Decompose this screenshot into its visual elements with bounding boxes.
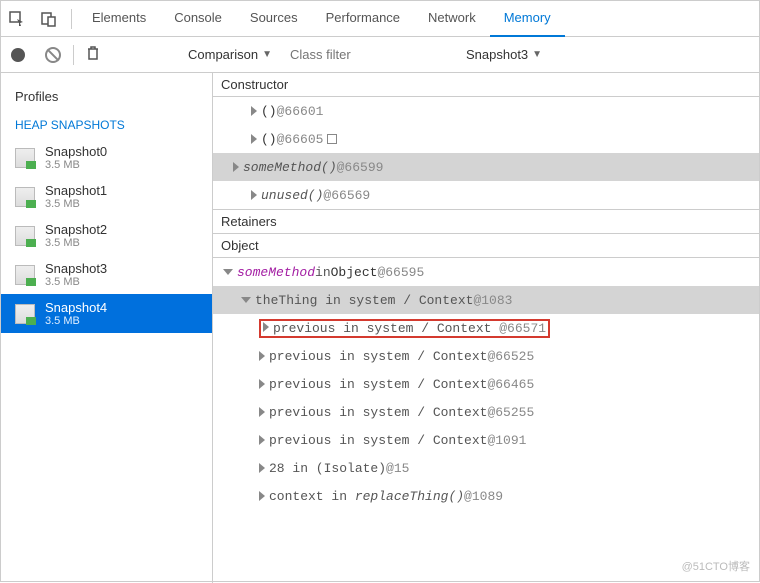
view-dropdown[interactable]: Comparison▼ <box>182 47 278 62</box>
snapshot-item[interactable]: Snapshot23.5 MB <box>1 216 212 255</box>
tree-row[interactable]: someMethod() @66599 <box>213 153 759 181</box>
tree-row[interactable]: unused() @66569 <box>213 181 759 209</box>
trash-icon[interactable] <box>86 45 100 64</box>
constructor-header: Constructor <box>213 73 759 97</box>
tree-row[interactable]: theThing in system / Context @1083 <box>213 286 759 314</box>
separator <box>73 45 74 65</box>
separator <box>71 9 72 29</box>
tab-sources[interactable]: Sources <box>236 1 312 37</box>
expand-arrow-icon[interactable] <box>259 351 265 361</box>
expand-arrow-icon[interactable] <box>233 162 239 172</box>
tree-row[interactable]: context in replaceThing() @1089 <box>213 482 759 510</box>
snapshot-name: Snapshot4 <box>45 300 107 315</box>
snapshot-size: 3.5 MB <box>45 237 107 249</box>
retainers-tree[interactable]: someMethod in Object @66595theThing in s… <box>213 258 759 510</box>
expand-arrow-icon[interactable] <box>259 435 265 445</box>
tree-row[interactable]: previous in system / Context @66525 <box>213 342 759 370</box>
clear-icon[interactable] <box>45 47 61 63</box>
tab-elements[interactable]: Elements <box>78 1 160 37</box>
snapshot-size: 3.5 MB <box>45 159 107 171</box>
tree-row[interactable]: previous in system / Context @1091 <box>213 426 759 454</box>
expand-arrow-icon[interactable] <box>241 297 251 303</box>
class-filter-input[interactable] <box>284 43 454 66</box>
snapshot-size: 3.5 MB <box>45 315 107 327</box>
main-area: Profiles HEAP SNAPSHOTS Snapshot03.5 MBS… <box>1 73 759 583</box>
snapshot-item[interactable]: Snapshot13.5 MB <box>1 177 212 216</box>
profiles-sidebar: Profiles HEAP SNAPSHOTS Snapshot03.5 MBS… <box>1 73 213 583</box>
sidebar-title: Profiles <box>1 83 212 110</box>
tree-row[interactable]: someMethod in Object @66595 <box>213 258 759 286</box>
snapshot-item[interactable]: Snapshot33.5 MB <box>1 255 212 294</box>
devtools-topbar: ElementsConsoleSourcesPerformanceNetwork… <box>1 1 759 37</box>
expand-arrow-icon[interactable] <box>259 379 265 389</box>
constructor-tree[interactable]: () @66601() @66605someMethod() @66599unu… <box>213 97 759 209</box>
tree-row[interactable]: previous in system / Context @66571 <box>213 314 759 342</box>
tab-memory[interactable]: Memory <box>490 1 565 37</box>
tab-network[interactable]: Network <box>414 1 490 37</box>
snapshot-item[interactable]: Snapshot03.5 MB <box>1 138 212 177</box>
record-icon[interactable] <box>11 48 25 62</box>
tab-performance[interactable]: Performance <box>312 1 414 37</box>
snapshot-size: 3.5 MB <box>45 198 107 210</box>
sidebar-section: HEAP SNAPSHOTS <box>1 110 212 138</box>
devtools-tabs: ElementsConsoleSourcesPerformanceNetwork… <box>78 1 759 37</box>
snapshot-icon <box>15 226 35 246</box>
expand-arrow-icon[interactable] <box>223 269 233 275</box>
object-header: Object <box>213 234 759 258</box>
chevron-down-icon: ▼ <box>532 49 542 60</box>
tree-row[interactable]: previous in system / Context @65255 <box>213 398 759 426</box>
snapshot-icon <box>15 148 35 168</box>
tree-row[interactable]: () @66605 <box>213 125 759 153</box>
snapshot-size: 3.5 MB <box>45 276 107 288</box>
expand-arrow-icon[interactable] <box>251 190 257 200</box>
inspect-icon[interactable] <box>1 1 33 37</box>
tree-row[interactable]: () @66601 <box>213 97 759 125</box>
retainers-header: Retainers <box>213 209 759 234</box>
expand-arrow-icon[interactable] <box>259 463 265 473</box>
tree-row[interactable]: previous in system / Context @66465 <box>213 370 759 398</box>
expand-arrow-icon[interactable] <box>263 322 269 332</box>
expand-arrow-icon[interactable] <box>259 491 265 501</box>
snapshot-item[interactable]: Snapshot43.5 MB <box>1 294 212 333</box>
snapshot-icon <box>15 304 35 324</box>
tree-row[interactable]: 28 in (Isolate) @15 <box>213 454 759 482</box>
tab-console[interactable]: Console <box>160 1 236 37</box>
chevron-down-icon: ▼ <box>262 49 272 60</box>
snapshot-name: Snapshot2 <box>45 222 107 237</box>
snapshot-name: Snapshot0 <box>45 144 107 159</box>
memory-toolbar: Comparison▼ Snapshot3▼ <box>1 37 759 73</box>
snapshot-icon <box>15 265 35 285</box>
expand-arrow-icon[interactable] <box>251 134 257 144</box>
snapshot-dropdown[interactable]: Snapshot3▼ <box>460 47 548 62</box>
expand-arrow-icon[interactable] <box>251 106 257 116</box>
content-pane: Constructor () @66601() @66605someMethod… <box>213 73 759 583</box>
device-toggle-icon[interactable] <box>33 1 65 37</box>
snapshot-name: Snapshot1 <box>45 183 107 198</box>
snapshot-icon <box>15 187 35 207</box>
expand-arrow-icon[interactable] <box>259 407 265 417</box>
box-icon <box>327 134 337 144</box>
watermark: @51CTO博客 <box>682 558 750 574</box>
snapshot-name: Snapshot3 <box>45 261 107 276</box>
